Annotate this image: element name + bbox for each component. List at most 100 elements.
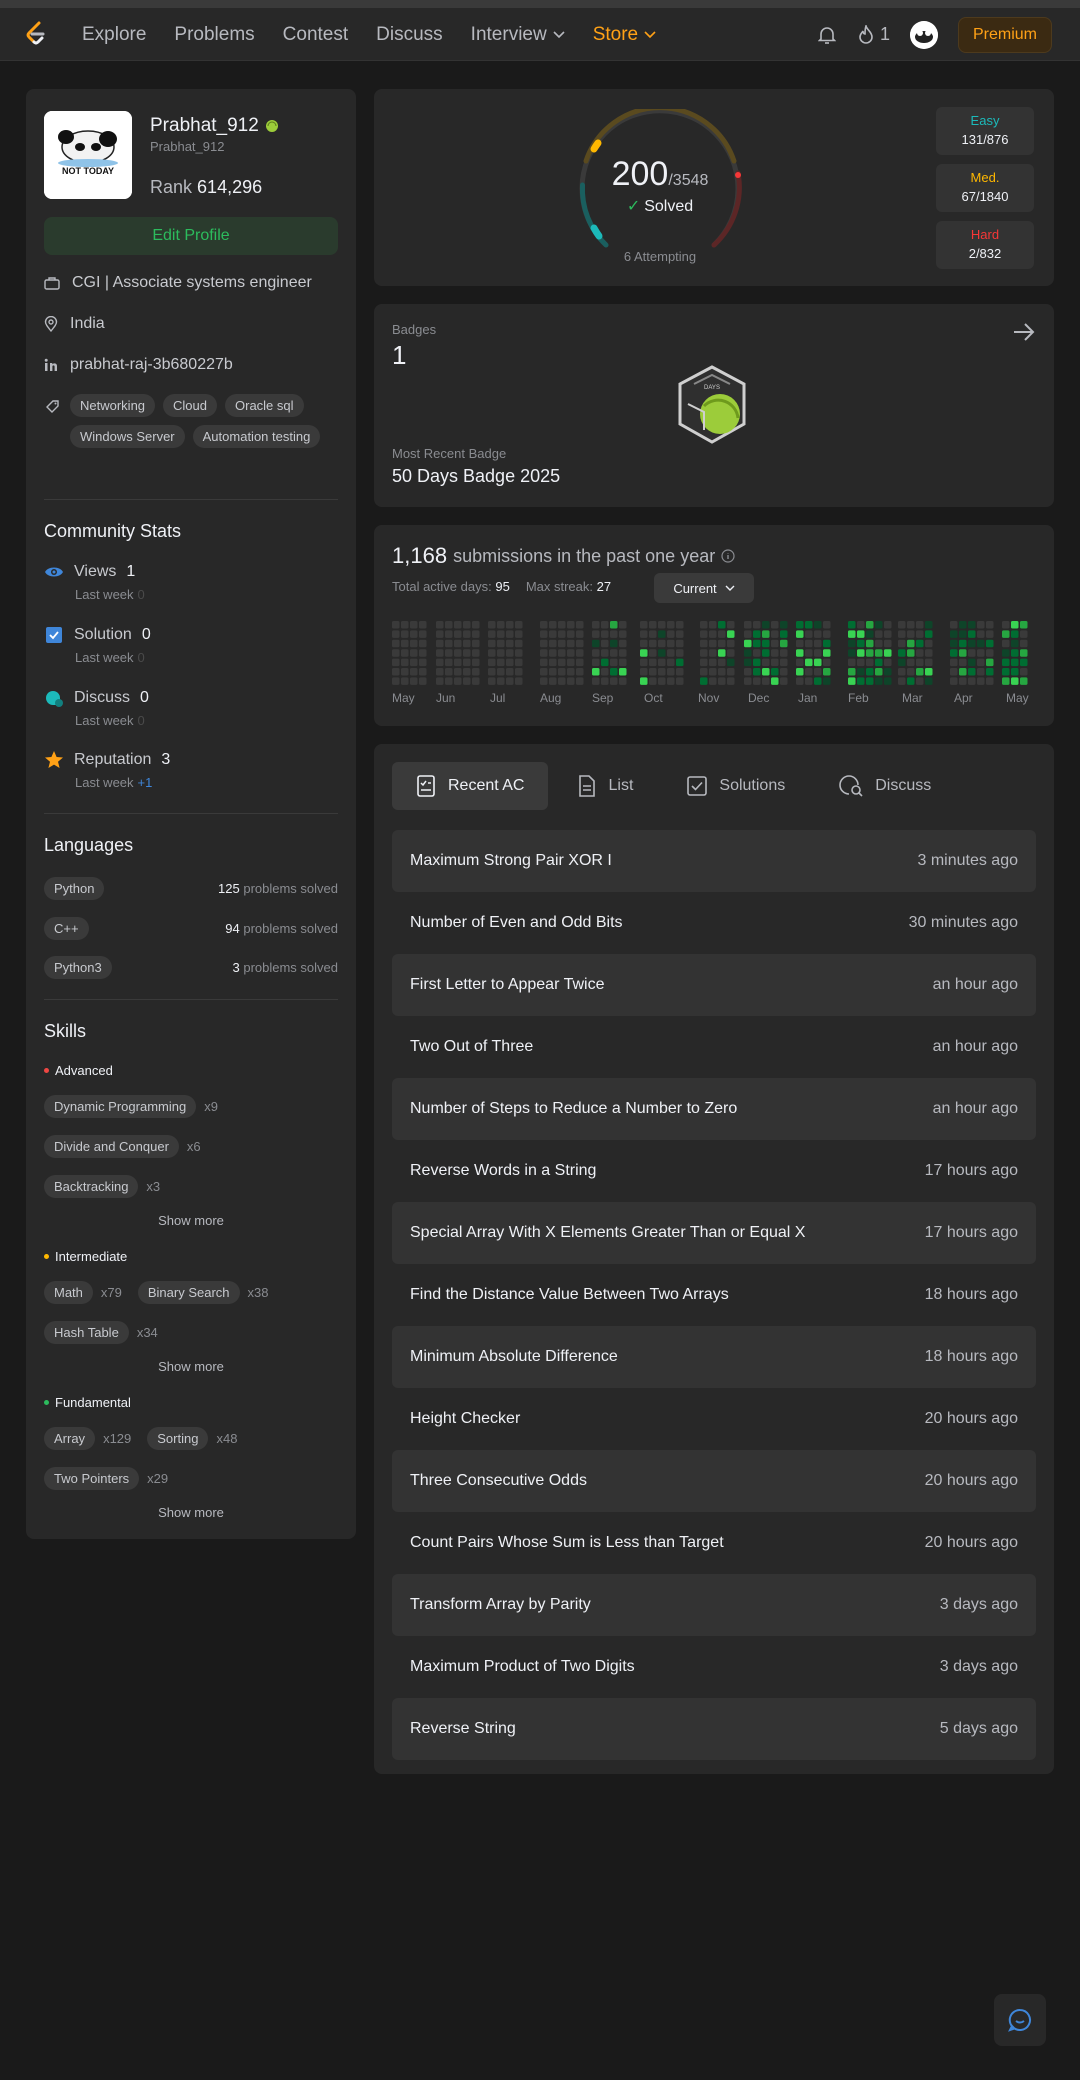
heatmap-cell[interactable] [454,621,462,629]
heatmap-cell[interactable] [506,630,514,638]
heatmap-cell[interactable] [866,668,874,676]
heatmap-cell[interactable] [640,677,648,685]
heatmap-cell[interactable] [454,668,462,676]
heatmap-cell[interactable] [805,639,813,648]
premium-button[interactable]: Premium [957,16,1052,53]
skill-tag[interactable]: Hash Table [44,1321,129,1344]
heatmap-cell[interactable] [463,677,471,685]
heatmap-cell[interactable] [392,658,400,667]
heatmap-cell[interactable] [762,621,770,629]
heatmap-cell[interactable] [454,677,462,685]
skill-tag[interactable]: Math [44,1281,93,1304]
heatmap-cell[interactable] [592,658,600,667]
heatmap-cell[interactable] [875,668,883,676]
heatmap-cell[interactable] [700,639,708,648]
heatmap-cell[interactable] [576,668,584,676]
heatmap-cell[interactable] [916,677,924,685]
heatmap-cell[interactable] [986,677,994,685]
heatmap-cell[interactable] [592,621,600,629]
heatmap-cell[interactable] [1011,668,1019,676]
heatmap-cell[interactable] [497,668,505,676]
heatmap-cell[interactable] [700,658,708,667]
heatmap-cell[interactable] [592,649,600,657]
heatmap-cell[interactable] [610,630,618,638]
heatmap-cell[interactable] [848,649,856,657]
recent-ac-row[interactable]: Number of Steps to Reduce a Number to Ze… [392,1078,1036,1140]
heatmap-cell[interactable] [540,677,548,685]
heatmap-cell[interactable] [454,630,462,638]
heatmap-cell[interactable] [700,677,708,685]
heatmap-cell[interactable] [1011,658,1019,667]
heatmap-cell[interactable] [619,630,627,638]
heatmap-cell[interactable] [907,677,915,685]
heatmap-cell[interactable] [753,630,761,638]
heatmap-cell[interactable] [780,649,788,657]
heatmap-cell[interactable] [857,621,865,629]
heatmap-cell[interactable] [709,668,717,676]
heatmap-cell[interactable] [780,621,788,629]
edit-profile-button[interactable]: Edit Profile [44,217,338,255]
heatmap-cell[interactable] [968,668,976,676]
recent-ac-row[interactable]: Count Pairs Whose Sum is Less than Targe… [392,1512,1036,1574]
heatmap-cell[interactable] [401,639,409,648]
heatmap-cell[interactable] [762,639,770,648]
heatmap-cell[interactable] [658,649,666,657]
heatmap-cell[interactable] [986,658,994,667]
heatmap-cell[interactable] [753,621,761,629]
heatmap-cell[interactable] [401,649,409,657]
heatmap-cell[interactable] [875,639,883,648]
heatmap-cell[interactable] [419,677,427,685]
heatmap-cell[interactable] [727,658,735,667]
nav-store[interactable]: Store [593,24,656,46]
heatmap-cell[interactable] [805,630,813,638]
recent-ac-row[interactable]: Find the Distance Value Between Two Arra… [392,1264,1036,1326]
heatmap-cell[interactable] [848,658,856,667]
heatmap-cell[interactable] [718,639,726,648]
heatmap-cell[interactable] [419,658,427,667]
heatmap-cell[interactable] [977,668,985,676]
heatmap-cell[interactable] [640,658,648,667]
heatmap-cell[interactable] [445,658,453,667]
heatmap-cell[interactable] [558,630,566,638]
tab-solutions[interactable]: Solutions [663,762,809,810]
heatmap-cell[interactable] [610,649,618,657]
heatmap-cell[interactable] [907,639,915,648]
feedback-chat-button[interactable] [994,1994,1046,2046]
heatmap-cell[interactable] [640,621,648,629]
heatmap-cell[interactable] [576,658,584,667]
heatmap-cell[interactable] [436,668,444,676]
recent-ac-row[interactable]: Special Array With X Elements Greater Th… [392,1202,1036,1264]
heatmap-cell[interactable] [907,658,915,667]
heatmap-cell[interactable] [649,668,657,676]
heatmap-cell[interactable] [718,668,726,676]
heatmap-cell[interactable] [567,630,575,638]
heatmap-cell[interactable] [762,677,770,685]
heatmap-cell[interactable] [1011,630,1019,638]
heatmap-cell[interactable] [567,621,575,629]
heatmap-cell[interactable] [558,639,566,648]
heatmap-cell[interactable] [649,630,657,638]
heatmap-cell[interactable] [925,677,933,685]
recent-ac-row[interactable]: Number of Even and Odd Bits 30 minutes ag… [392,892,1036,954]
heatmap-cell[interactable] [1002,621,1010,629]
heatmap-cell[interactable] [540,621,548,629]
heatmap-cell[interactable] [549,677,557,685]
heatmap-cell[interactable] [506,621,514,629]
heatmap-cell[interactable] [445,677,453,685]
heatmap-cell[interactable] [610,621,618,629]
heatmap-cell[interactable] [907,630,915,638]
heatmap-cell[interactable] [866,639,874,648]
heatmap-cell[interactable] [392,639,400,648]
heatmap-cell[interactable] [401,668,409,676]
recent-ac-row[interactable]: Maximum Strong Pair XOR I 3 minutes ago [392,830,1036,892]
heatmap-cell[interactable] [1002,649,1010,657]
heatmap-cell[interactable] [497,639,505,648]
heatmap-cell[interactable] [576,649,584,657]
heatmap-cell[interactable] [619,677,627,685]
heatmap-cell[interactable] [649,621,657,629]
heatmap-cell[interactable] [744,649,752,657]
heatmap-cell[interactable] [968,630,976,638]
heatmap-cell[interactable] [567,677,575,685]
heatmap-cell[interactable] [718,677,726,685]
heatmap-cell[interactable] [488,677,496,685]
